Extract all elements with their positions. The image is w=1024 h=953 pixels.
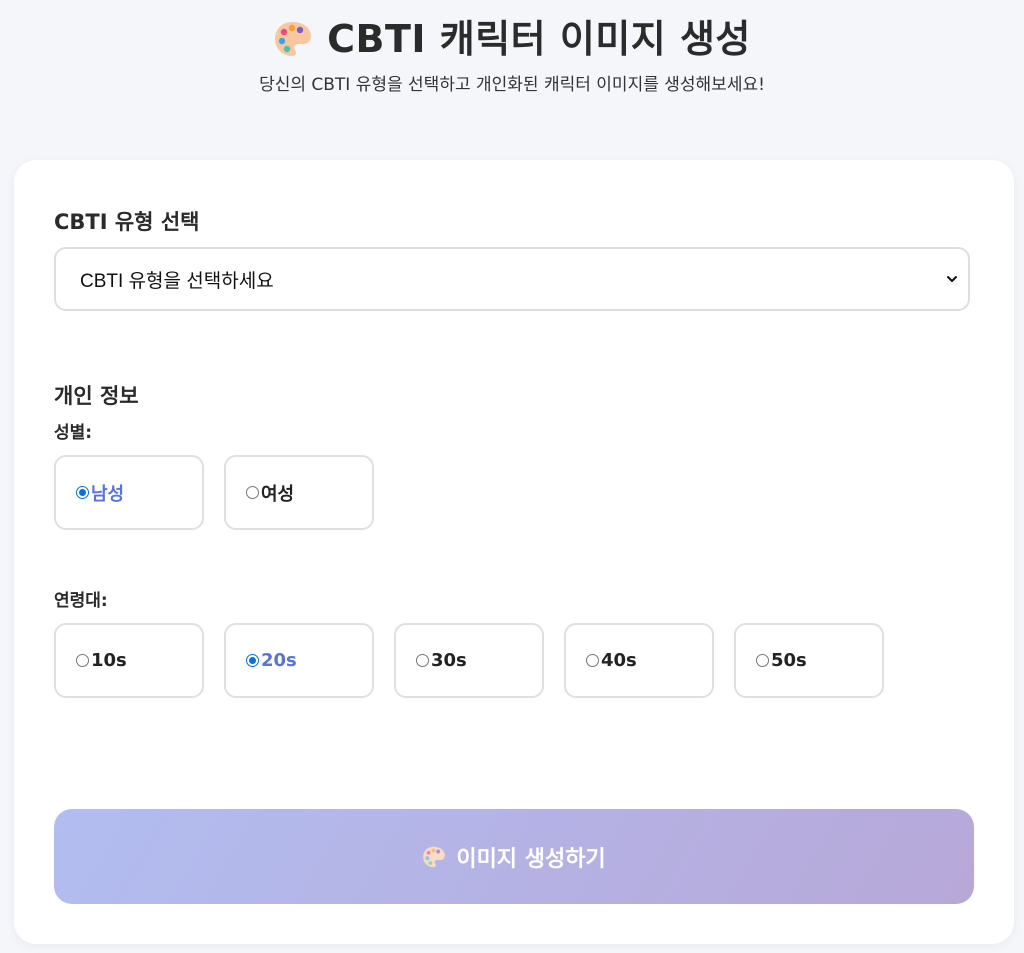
personal-info-section-title: 개인 정보: [54, 384, 139, 408]
radio-20s[interactable]: [246, 654, 259, 667]
age-option-label: 50s: [771, 650, 807, 671]
page-title-text: CBTI 캐릭터 이미지 생성: [327, 17, 751, 61]
palette-icon: [423, 846, 446, 867]
age-option-label: 10s: [91, 650, 127, 671]
generate-image-button[interactable]: 이미지 생성하기: [54, 809, 974, 904]
chevron-down-icon: [947, 276, 957, 282]
radio-10s[interactable]: [76, 654, 89, 667]
age-option-label: 30s: [431, 650, 467, 671]
age-option-label: 40s: [601, 650, 637, 671]
age-option-40s[interactable]: 40s: [564, 623, 714, 698]
age-option-20s[interactable]: 20s: [224, 623, 374, 698]
gender-label: 성별:: [54, 423, 93, 443]
age-option-label: 20s: [261, 650, 297, 671]
page-header: CBTI 캐릭터 이미지 생성 당신의 CBTI 유형을 선택하고 개인화된 캐…: [0, 0, 1024, 95]
palette-icon: [275, 22, 312, 56]
gender-option-female[interactable]: 여성: [224, 455, 374, 530]
page-subtitle: 당신의 CBTI 유형을 선택하고 개인화된 캐릭터 이미지를 생성해보세요!: [259, 75, 765, 95]
radio-40s[interactable]: [586, 654, 599, 667]
gender-option-label: 남성: [91, 483, 125, 505]
cbti-type-section-title: CBTI 유형 선택: [54, 210, 200, 234]
page-title: CBTI 캐릭터 이미지 생성: [0, 14, 1024, 64]
radio-female[interactable]: [246, 486, 259, 499]
form-card: CBTI 유형 선택 CBTI 유형을 선택하세요 개인 정보 성별: 남성 여…: [14, 160, 1014, 944]
cbti-type-select-value: CBTI 유형을 선택하세요: [80, 270, 274, 292]
gender-option-label: 여성: [261, 483, 295, 505]
age-option-50s[interactable]: 50s: [734, 623, 884, 698]
age-label: 연령대:: [54, 591, 108, 611]
age-option-10s[interactable]: 10s: [54, 623, 204, 698]
cbti-type-select[interactable]: CBTI 유형을 선택하세요: [54, 247, 970, 311]
gender-option-male[interactable]: 남성: [54, 455, 204, 530]
radio-50s[interactable]: [756, 654, 769, 667]
radio-male[interactable]: [76, 486, 89, 499]
generate-image-button-label: 이미지 생성하기: [456, 846, 606, 872]
radio-30s[interactable]: [416, 654, 429, 667]
age-option-30s[interactable]: 30s: [394, 623, 544, 698]
